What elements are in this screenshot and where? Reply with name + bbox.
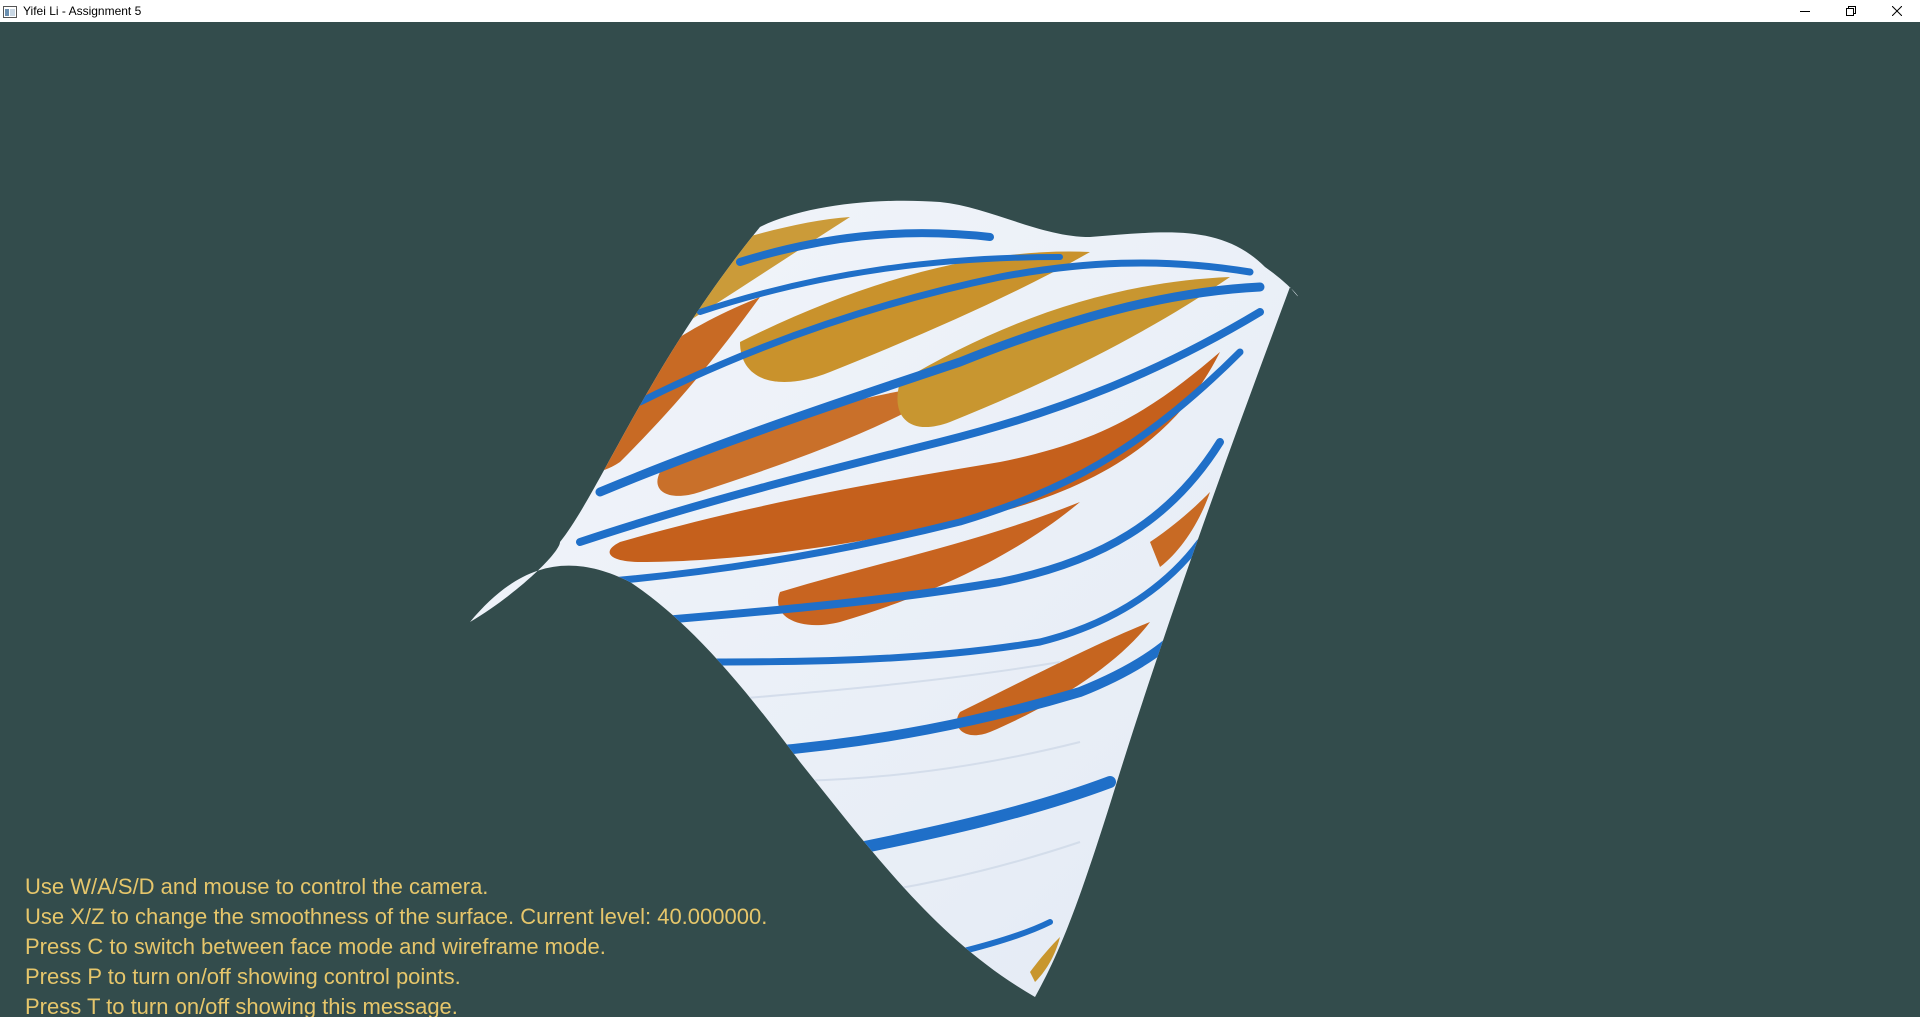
help-line-smoothness: Use X/Z to change the smoothness of the … <box>25 904 768 929</box>
window-title: Yifei Li - Assignment 5 <box>23 4 142 18</box>
help-line-wireframe: Press C to switch between face mode and … <box>25 934 606 959</box>
app-window: Yifei Li - Assignment 5 Use W/A/S/D and … <box>0 0 1920 1017</box>
minimize-button[interactable] <box>1782 0 1828 22</box>
help-line-control-points: Press P to turn on/off showing control p… <box>25 964 461 989</box>
help-line-camera: Use W/A/S/D and mouse to control the cam… <box>25 874 489 899</box>
help-line-toggle-message: Press T to turn on/off showing this mess… <box>25 994 458 1017</box>
window-controls <box>1782 0 1920 22</box>
close-icon <box>1892 6 1902 16</box>
help-message: Use W/A/S/D and mouse to control the cam… <box>25 872 767 1017</box>
minimize-icon <box>1800 11 1810 12</box>
opengl-viewport[interactable]: Use W/A/S/D and mouse to control the cam… <box>0 22 1920 1017</box>
close-button[interactable] <box>1874 0 1920 22</box>
restore-icon <box>1846 6 1856 16</box>
bezier-surface <box>470 200 1298 997</box>
app-icon <box>3 5 17 18</box>
title-bar[interactable]: Yifei Li - Assignment 5 <box>0 0 1920 22</box>
restore-button[interactable] <box>1828 0 1874 22</box>
